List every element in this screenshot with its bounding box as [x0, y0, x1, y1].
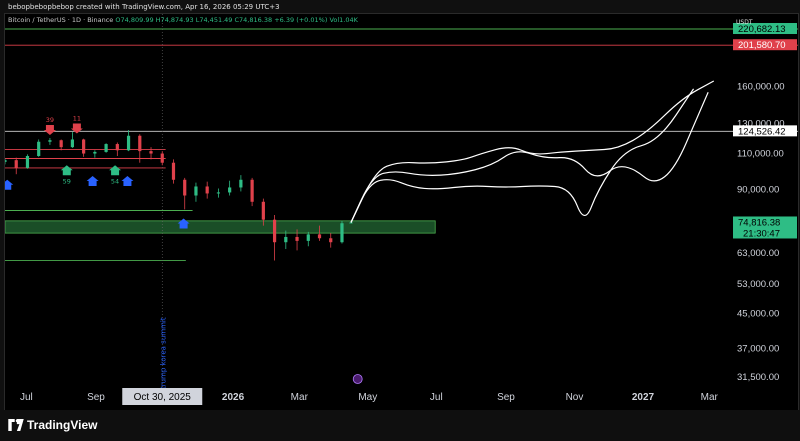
price-tag-label: 124,526.42 [738, 126, 786, 137]
sell-arrow-icon [43, 125, 56, 136]
candle-body [340, 223, 344, 243]
arrow-label: 54 [111, 177, 119, 185]
candle-body [349, 222, 353, 224]
candle-body [205, 186, 209, 194]
candle-body [138, 135, 142, 152]
candle-body [183, 179, 187, 196]
x-tick-label: Sep [87, 392, 105, 403]
support-zone [5, 220, 436, 234]
candle-body [284, 236, 288, 243]
candle-body [261, 201, 265, 220]
candle-body [126, 135, 131, 151]
x-tick-label: Jul [430, 392, 443, 403]
candle-body [272, 219, 277, 243]
tradingview-brand: TradingView [27, 418, 98, 432]
candle-body [160, 153, 164, 163]
date-crosshair-label: Oct 30, 2025 [134, 392, 192, 403]
projection-path [350, 80, 715, 223]
x-tick-label: Jul [20, 392, 33, 403]
projection-path [350, 88, 695, 223]
candle-body [306, 234, 310, 241]
candle-body [317, 234, 322, 239]
event-icon [352, 374, 363, 384]
candle-body [104, 144, 108, 152]
volume-value: Vol1.04K [329, 16, 358, 24]
y-tick-label: 110,000.00 [737, 149, 784, 160]
open-value: O74,809.99 [115, 16, 154, 24]
ohlc-legend: Bitcoin / TetherUS · 1D · Binance O74,80… [8, 16, 358, 24]
candle-body [228, 187, 232, 193]
price-tag-label: 74,816.38 [738, 217, 780, 228]
tradingview-logo-icon [8, 419, 24, 431]
chart-window: bebopbebopbebop created with TradingView… [0, 0, 800, 441]
y-tick-label: 31,500.00 [737, 372, 779, 383]
candle-body [37, 141, 41, 156]
author-credit: bebopbebopbebop created with TradingView… [8, 3, 280, 11]
price-tag-label: 201,580.70 [738, 40, 786, 51]
change-value: +6.39 (+0.01%) [274, 16, 328, 24]
x-tick-label: Nov [566, 392, 584, 403]
event-label: trump korea summit [159, 317, 167, 389]
candle-body [295, 236, 299, 241]
low-value: L74,451.49 [195, 16, 233, 24]
y-tick-label: 37,000.00 [737, 343, 779, 354]
sell-arrow-icon [70, 123, 83, 134]
high-value: H74,874.93 [155, 16, 194, 24]
y-tick-label: 90,000.00 [737, 184, 779, 195]
candle-body [329, 238, 333, 243]
candle-body [59, 140, 63, 148]
arrow-label: 39 [46, 116, 54, 124]
x-tick-label: Sep [497, 392, 515, 403]
x-tick-label: 2027 [632, 392, 655, 403]
price-chart[interactable]: trump korea summit39 1159 54160,000.00130,… [5, 14, 798, 410]
candle-body [93, 151, 97, 154]
candle-body [82, 139, 86, 154]
buy-arrow-icon [86, 176, 99, 187]
candle-body [194, 186, 198, 196]
buy-arrow-icon [60, 165, 73, 176]
footer-bar: TradingView [0, 410, 800, 441]
y-tick-label: 160,000.00 [737, 82, 785, 93]
arrow-label: 59 [63, 177, 71, 185]
x-tick-label: Mar [291, 392, 309, 403]
buy-arrow-icon [109, 165, 122, 176]
candle-body [5, 160, 7, 162]
buy-arrow-icon [121, 176, 134, 187]
candle-body [14, 160, 18, 168]
countdown-label: 21:30:47 [743, 228, 780, 239]
candle-body [70, 139, 74, 148]
candle-body [48, 140, 52, 142]
x-tick-label: Mar [701, 392, 719, 403]
candle-body [250, 179, 254, 202]
candle-body [149, 151, 153, 154]
candle-body [115, 144, 119, 151]
x-tick-label: May [358, 392, 377, 403]
x-tick-label: 2026 [222, 392, 245, 403]
candle-body [25, 155, 30, 168]
projection-path [350, 91, 709, 223]
close-value: C74,816.38 [234, 16, 273, 24]
candle-body [216, 192, 221, 194]
buy-arrow-icon [5, 179, 14, 190]
y-tick-label: 53,000.00 [737, 279, 779, 290]
y-tick-label: 45,000.00 [737, 308, 779, 319]
y-tick-label: 63,000.00 [737, 248, 779, 259]
currency-label[interactable]: USDT [736, 19, 753, 26]
arrow-label: 11 [73, 115, 81, 123]
candle-body [171, 162, 176, 180]
chart-canvas[interactable]: trump korea summit 39 11 59 54 160,000.00 130,… [4, 13, 799, 411]
candle-body [239, 179, 243, 188]
symbol-label: Bitcoin / TetherUS · 1D · Binance [8, 16, 114, 24]
